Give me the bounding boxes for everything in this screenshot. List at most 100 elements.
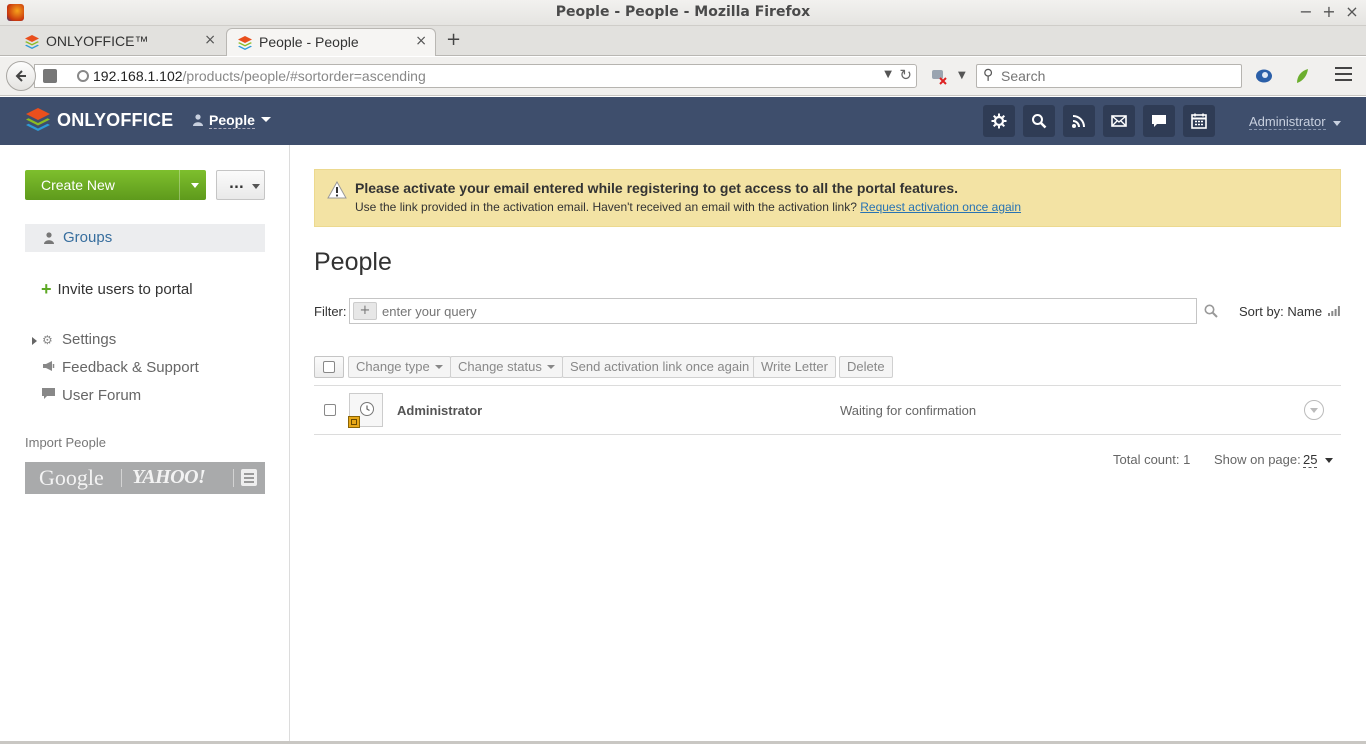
- sidebar-item-label: User Forum: [62, 387, 142, 404]
- back-arrow-icon: [15, 70, 26, 82]
- brand-name[interactable]: ONLYOFFICE: [57, 110, 173, 131]
- browser-search-box[interactable]: ⚲: [976, 64, 1242, 88]
- filter-label: Filter:: [314, 304, 347, 319]
- module-label: People: [209, 112, 255, 129]
- minimize-button[interactable]: −: [1297, 2, 1315, 22]
- alert-body: Use the link provided in the activation …: [355, 200, 1021, 214]
- delete-button[interactable]: Delete: [839, 356, 893, 378]
- onlyoffice-favicon-icon: [25, 35, 39, 49]
- row-menu-button[interactable]: [1304, 400, 1324, 420]
- tab-onlyoffice[interactable]: ONLYOFFICE™ ×: [14, 28, 224, 56]
- table-divider: [314, 385, 1341, 386]
- send-activation-button[interactable]: Send activation link once again: [562, 356, 758, 378]
- import-sources-bar: Google YAHOO!: [25, 462, 265, 494]
- maximize-button[interactable]: +: [1320, 2, 1338, 22]
- search-icon: ⚲: [983, 67, 994, 83]
- chevron-down-icon[interactable]: [1325, 458, 1333, 463]
- create-new-button[interactable]: Create New: [25, 170, 206, 200]
- expand-triangle-icon[interactable]: [32, 337, 37, 345]
- sort-order-icon[interactable]: [1328, 306, 1340, 316]
- filter-box[interactable]: +: [349, 298, 1197, 324]
- import-yahoo-button[interactable]: YAHOO!: [132, 466, 206, 489]
- tab-people[interactable]: People - People ×: [226, 28, 436, 56]
- more-actions-button[interactable]: ...: [216, 170, 265, 200]
- history-icon[interactable]: [43, 69, 57, 83]
- chat-button[interactable]: [1143, 105, 1175, 137]
- mail-button[interactable]: [1103, 105, 1135, 137]
- url-text[interactable]: 192.168.1.102/products/people/#sortorder…: [93, 68, 426, 84]
- addon-dropdown-icon[interactable]: ▼: [958, 70, 966, 81]
- row-checkbox[interactable]: [324, 404, 336, 416]
- mail-icon: [1111, 115, 1127, 127]
- sidebar-item-user-forum[interactable]: User Forum: [42, 387, 141, 404]
- create-new-label: Create New: [41, 177, 115, 193]
- search-icon: [1032, 114, 1047, 129]
- feed-button[interactable]: [1063, 105, 1095, 137]
- action-label: Change type: [356, 359, 430, 374]
- onlyoffice-logo-icon[interactable]: [25, 107, 51, 133]
- chevron-down-icon[interactable]: [191, 183, 199, 188]
- person-icon: [193, 114, 203, 126]
- import-file-icon[interactable]: [241, 469, 257, 486]
- sidebar-item-label: Settings: [62, 331, 117, 348]
- chevron-down-icon: [1310, 408, 1318, 413]
- change-type-button[interactable]: Change type: [348, 356, 451, 378]
- request-activation-link[interactable]: Request activation once again: [860, 200, 1021, 214]
- action-label: Change status: [458, 359, 542, 374]
- user-status: Waiting for confirmation: [840, 403, 977, 418]
- chevron-down-icon: [252, 184, 260, 189]
- megaphone-icon: [42, 360, 56, 375]
- addon-blocker-icon[interactable]: [930, 68, 950, 86]
- browser-search-input[interactable]: [1001, 67, 1231, 85]
- settings-button[interactable]: [983, 105, 1015, 137]
- settings-icon: [991, 113, 1007, 129]
- more-label: ...: [229, 177, 244, 192]
- total-count-value: 1: [1183, 452, 1191, 467]
- sort-by-toggle[interactable]: Sort by: Name: [1239, 304, 1322, 319]
- search-icon[interactable]: [1204, 304, 1218, 318]
- onlyoffice-favicon-icon: [238, 36, 252, 50]
- activation-warning-banner: Please activate your email entered while…: [314, 169, 1341, 227]
- table-divider: [314, 434, 1341, 435]
- sidebar-item-label: Feedback & Support: [62, 359, 199, 376]
- add-filter-button[interactable]: +: [353, 302, 377, 320]
- change-status-button[interactable]: Change status: [450, 356, 563, 378]
- left-sidebar: Create New ... Groups + Invite users to p…: [0, 145, 290, 741]
- globe-icon: [77, 70, 89, 82]
- addon-eye-icon[interactable]: [1255, 68, 1273, 84]
- user-menu-chevron-icon[interactable]: [1333, 121, 1341, 126]
- addon-leaf-icon[interactable]: [1295, 68, 1309, 84]
- page-size-select[interactable]: 25: [1303, 452, 1318, 468]
- import-google-button[interactable]: Google: [39, 465, 104, 491]
- browser-menu-button[interactable]: [1335, 67, 1352, 81]
- back-button[interactable]: [6, 61, 36, 91]
- speech-bubble-icon: [42, 388, 56, 403]
- close-window-button[interactable]: ×: [1343, 2, 1361, 22]
- tab-close-button[interactable]: ×: [415, 33, 427, 49]
- sidebar-item-groups[interactable]: Groups: [25, 224, 265, 252]
- feed-icon: [1072, 115, 1085, 128]
- module-switcher[interactable]: People: [193, 112, 271, 129]
- new-tab-button[interactable]: +: [446, 29, 461, 50]
- calendar-icon: [1191, 113, 1207, 129]
- tab-close-button[interactable]: ×: [204, 32, 216, 48]
- calendar-button[interactable]: [1183, 105, 1215, 137]
- write-letter-button[interactable]: Write Letter: [753, 356, 836, 378]
- search-button[interactable]: [1023, 105, 1055, 137]
- window-title: People - People - Mozilla Firefox: [555, 4, 811, 20]
- select-all-checkbox[interactable]: [314, 356, 344, 378]
- reload-icon[interactable]: ↻: [899, 66, 912, 84]
- chevron-down-icon: [434, 365, 443, 369]
- invite-users-link[interactable]: + Invite users to portal: [41, 279, 193, 300]
- avatar[interactable]: [348, 393, 383, 428]
- warning-icon: [327, 181, 347, 199]
- sidebar-item-feedback[interactable]: Feedback & Support: [42, 359, 199, 376]
- sidebar-item-settings[interactable]: ⚙ Settings: [42, 331, 116, 348]
- plus-icon: +: [41, 279, 52, 299]
- user-menu[interactable]: Administrator: [1249, 114, 1326, 130]
- filter-input[interactable]: [382, 303, 1182, 320]
- url-bar[interactable]: 192.168.1.102/products/people/#sortorder…: [34, 64, 917, 88]
- url-dropdown-icon[interactable]: ▼: [884, 69, 892, 80]
- user-name-link[interactable]: Administrator: [397, 403, 482, 418]
- tab-strip: ONLYOFFICE™ × People - People × +: [0, 26, 1366, 56]
